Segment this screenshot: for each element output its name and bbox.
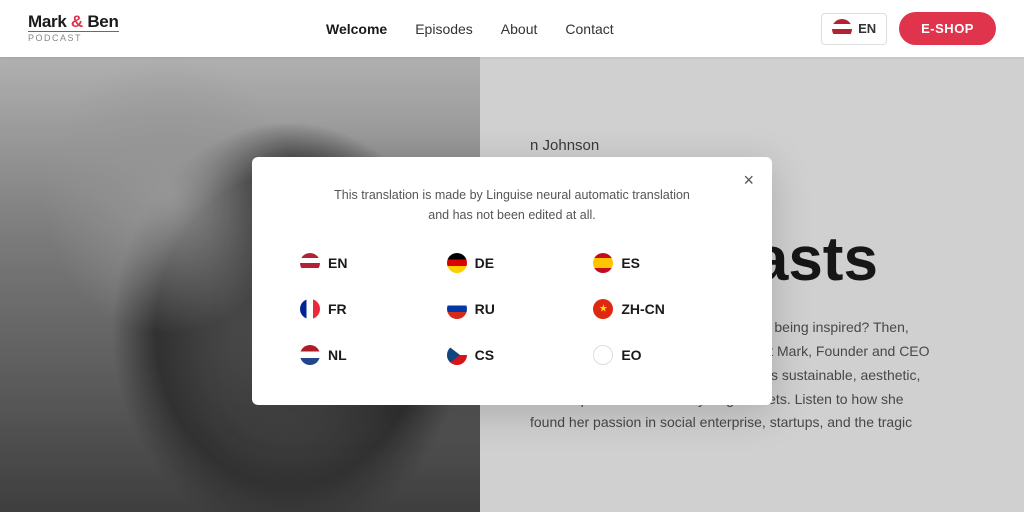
main-nav: Welcome Episodes About Contact: [326, 21, 614, 37]
nav-about[interactable]: About: [501, 21, 538, 37]
lang-label-nl: NL: [328, 347, 347, 363]
lang-option-en[interactable]: EN: [292, 249, 439, 277]
lang-option-fr[interactable]: FR: [292, 295, 439, 323]
lang-label-ru: RU: [475, 301, 495, 317]
current-lang-label: EN: [858, 21, 876, 36]
logo-text: Mark & Ben: [28, 13, 119, 32]
flag-eo: [593, 345, 613, 365]
logo-subtitle: Podcast: [28, 31, 119, 44]
language-selector[interactable]: EN: [821, 13, 887, 45]
modal-note: This translation is made by Linguise neu…: [322, 185, 702, 225]
header-right: EN E-SHOP: [821, 12, 996, 45]
flag-zh-cn: [593, 299, 613, 319]
lang-option-nl[interactable]: NL: [292, 341, 439, 369]
flag-en: [300, 253, 320, 273]
flag-nl: [300, 345, 320, 365]
lang-label-cs: CS: [475, 347, 494, 363]
lang-option-ru[interactable]: RU: [439, 295, 586, 323]
nav-contact[interactable]: Contact: [565, 21, 613, 37]
site-header: Mark & Ben Podcast Welcome Episodes Abou…: [0, 0, 1024, 57]
lang-label-fr: FR: [328, 301, 347, 317]
flag-de: [447, 253, 467, 273]
flag-fr: [300, 299, 320, 319]
lang-label-en: EN: [328, 255, 347, 271]
logo[interactable]: Mark & Ben Podcast: [28, 13, 119, 45]
lang-label-zh-cn: ZH-CN: [621, 301, 665, 317]
lang-option-eo[interactable]: EO: [585, 341, 732, 369]
modal-overlay[interactable]: × This translation is made by Linguise n…: [0, 57, 1024, 512]
lang-option-zh-cn[interactable]: ZH-CN: [585, 295, 732, 323]
lang-label-eo: EO: [621, 347, 641, 363]
flag-ru: [447, 299, 467, 319]
nav-welcome[interactable]: Welcome: [326, 21, 387, 37]
lang-label-es: ES: [621, 255, 640, 271]
eshop-button[interactable]: E-SHOP: [899, 12, 996, 45]
modal-close-button[interactable]: ×: [743, 171, 754, 189]
lang-option-de[interactable]: DE: [439, 249, 586, 277]
current-lang-flag: [832, 19, 852, 39]
lang-option-cs[interactable]: CS: [439, 341, 586, 369]
lang-label-de: DE: [475, 255, 494, 271]
flag-cs: [447, 345, 467, 365]
flag-es: [593, 253, 613, 273]
language-grid: EN DE ES FR RU ZH-CN: [292, 249, 732, 369]
language-modal: × This translation is made by Linguise n…: [252, 157, 772, 405]
lang-option-es[interactable]: ES: [585, 249, 732, 277]
nav-episodes[interactable]: Episodes: [415, 21, 473, 37]
